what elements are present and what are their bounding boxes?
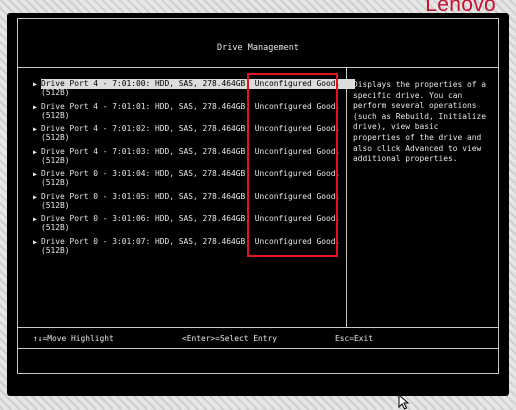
footer-select-entry: <Enter>=Select Entry [182, 334, 278, 343]
right-triangle-icon: ▶ [33, 215, 37, 223]
footer-move-highlight: ↑↓=Move Highlight [33, 334, 114, 343]
right-triangle-icon: ▶ [33, 102, 37, 111]
right-triangle-icon: ▶ [33, 170, 37, 178]
header-divider [17, 67, 499, 68]
bios-screen: Drive Management ▶ Drive Port 4 - 7:01:0… [7, 13, 509, 396]
right-triangle-icon: ▶ [33, 237, 37, 246]
frame-bottom-line [17, 373, 499, 374]
right-triangle-icon: ▶ [33, 192, 37, 201]
drive-item-sector: (512B) [41, 133, 70, 142]
drive-item-sector: (512B) [41, 245, 70, 255]
right-triangle-icon: ▶ [33, 147, 37, 156]
right-triangle-icon: ▶ [33, 80, 37, 88]
footer-top-divider [17, 327, 499, 328]
footer-bottom-divider [17, 348, 499, 349]
right-triangle-icon: ▶ [33, 125, 37, 133]
annotation-highlight-box [247, 73, 338, 257]
frame-left-line [17, 18, 18, 373]
drive-item-sector: (512B) [41, 110, 70, 120]
drive-item-sector: (512B) [41, 223, 70, 232]
drive-item-sector: (512B) [41, 88, 70, 97]
drive-item-sector: (512B) [41, 155, 70, 165]
frame-top-line [17, 18, 499, 19]
page-title: Drive Management [217, 43, 299, 53]
drive-item-sector: (512B) [41, 178, 70, 187]
footer-exit: Esc=Exit [335, 334, 374, 343]
drive-item-sector: (512B) [41, 200, 70, 210]
help-text: Displays the properties of a specific dr… [353, 80, 487, 164]
frame-right-line [498, 18, 499, 373]
